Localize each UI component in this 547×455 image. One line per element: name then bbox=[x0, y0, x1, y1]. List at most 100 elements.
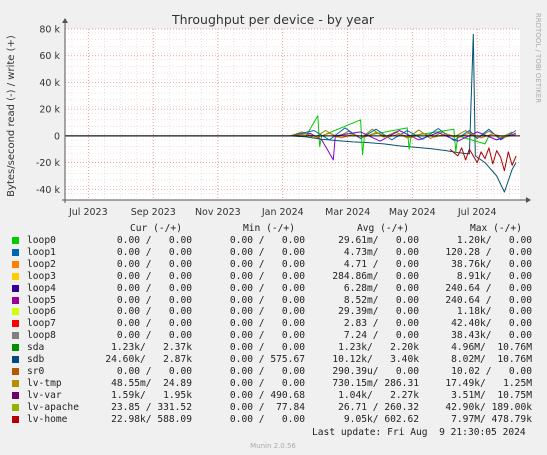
legend-cur-value: 0.00 / 0.00 bbox=[116, 235, 192, 246]
legend-min-value: 0.00 / 77.84 bbox=[229, 401, 305, 413]
legend-swatch bbox=[12, 344, 19, 352]
legend-swatch bbox=[12, 415, 19, 423]
legend-label: lv-home bbox=[27, 413, 68, 425]
legend-header-min: Min (-/+) bbox=[243, 223, 295, 234]
legend-avg-value: 284.86m/ 0.00 bbox=[332, 270, 419, 282]
chart-title: Throughput per device - by year bbox=[171, 12, 375, 27]
legend-cur-value: 0.00 / 0.00 bbox=[116, 365, 192, 377]
legend-swatch bbox=[12, 272, 19, 280]
legend-max-value: 38.43k/ 0.00 bbox=[451, 330, 532, 342]
legend-swatch bbox=[12, 332, 19, 340]
legend-row: loop8 0.00 / 0.00 0.00 / 0.00 7.24 / 0.00 38… bbox=[12, 330, 542, 342]
legend-max-value: 4.96M/ 10.76M bbox=[451, 342, 532, 354]
y-tick-label: -40 k bbox=[36, 185, 61, 196]
legend-min-value: 0.00 / 0.00 bbox=[229, 270, 305, 282]
legend-label: loop6 bbox=[27, 306, 56, 318]
legend-max-value: 17.49k/ 1.25M bbox=[445, 377, 532, 389]
legend-min-value: 0.00 / 0.00 bbox=[229, 282, 305, 294]
legend-row: lv-apache 23.85 / 331.52 0.00 / 77.84 26.71… bbox=[12, 402, 542, 414]
legend-max-value: 42.40k/ 0.00 bbox=[451, 318, 532, 330]
legend-min-value: 0.00 / 0.00 bbox=[229, 318, 305, 330]
legend-min-value: 0.00 / 0.00 bbox=[229, 246, 305, 258]
x-tick-label: May 2024 bbox=[389, 207, 436, 218]
legend-swatch bbox=[12, 248, 19, 256]
x-tick-label: Jan 2024 bbox=[261, 207, 304, 218]
legend-label: loop5 bbox=[27, 294, 56, 306]
legend-cur-value: 0.00 / 0.00 bbox=[116, 258, 192, 270]
legend-row: sdb 24.60k/ 2.87k 0.00 / 575.67 10.12k/ 3.4… bbox=[12, 354, 542, 366]
legend-max-value: 240.64 / 0.00 bbox=[445, 294, 532, 306]
legend-swatch bbox=[12, 237, 19, 244]
legend-avg-value: 4.71 / 0.00 bbox=[343, 258, 419, 270]
legend-swatch bbox=[12, 367, 19, 375]
legend-cur-value: 23.85 / 331.52 bbox=[111, 401, 192, 413]
legend-min-value: 0.00 / 0.00 bbox=[229, 235, 305, 246]
x-tick-label: Sep 2023 bbox=[131, 207, 176, 218]
y-axis-arrow bbox=[62, 18, 68, 23]
legend-max-value: 10.02 / 0.00 bbox=[451, 365, 532, 377]
legend-max-value: 1.20k/ 0.00 bbox=[456, 235, 532, 246]
y-tick-label: 20 k bbox=[39, 105, 60, 116]
legend-cur-value: 48.55m/ 24.89 bbox=[111, 377, 192, 389]
legend-min-value: 0.00 / 0.00 bbox=[229, 330, 305, 342]
legend-avg-value: 6.28m/ 0.00 bbox=[343, 282, 419, 294]
legend-min-value: 0.00 / 575.67 bbox=[229, 354, 305, 365]
legend-max-value: 7.97M/ 478.79k bbox=[451, 413, 532, 425]
legend-row: loop4 0.00 / 0.00 0.00 / 0.00 6.28m/ 0.00 24… bbox=[12, 283, 542, 295]
legend-label: loop4 bbox=[27, 282, 56, 294]
legend-swatch bbox=[12, 403, 19, 411]
legend-swatch bbox=[12, 308, 19, 316]
legend-row: loop6 0.00 / 0.00 0.00 / 0.00 29.39m/ 0.00 1… bbox=[12, 306, 542, 318]
legend-max-value: 8.02M/ 10.76M bbox=[451, 354, 532, 365]
x-tick-label: Mar 2024 bbox=[325, 207, 370, 218]
legend-avg-value: 1.23k/ 2.20k bbox=[338, 342, 419, 354]
legend-label: lv-tmp bbox=[27, 377, 62, 389]
legend-row: sda 1.23k/ 2.37k 0.00 / 0.00 1.23k/ 2.20k 4.… bbox=[12, 342, 542, 354]
legend-cur-value: 0.00 / 0.00 bbox=[116, 270, 192, 282]
y-tick-label: 80 k bbox=[39, 25, 60, 36]
legend-avg-value: 26.71 / 260.32 bbox=[338, 401, 419, 413]
rrdtool-watermark: RRDTOOL / TOBI OETIKER bbox=[534, 13, 542, 103]
legend-row: sr0 0.00 / 0.00 0.00 / 0.00 290.39u/ 0.00 10… bbox=[12, 366, 542, 378]
legend-label: sda bbox=[27, 342, 45, 354]
legend-label: sr0 bbox=[27, 365, 45, 377]
legend-label: loop1 bbox=[27, 246, 56, 258]
legend-swatch bbox=[12, 379, 19, 387]
legend-row: loop0 0.00 / 0.00 0.00 / 0.00 29.61m/ 0.00 1… bbox=[12, 235, 542, 247]
legend-min-value: 0.00 / 0.00 bbox=[229, 365, 305, 377]
legend-row: loop7 0.00 / 0.00 0.00 / 0.00 2.83 / 0.00 42… bbox=[12, 318, 542, 330]
legend-avg-value: 4.73m/ 0.00 bbox=[343, 246, 419, 258]
legend-max-value: 38.76k/ 0.00 bbox=[451, 258, 532, 270]
legend-swatch bbox=[12, 356, 19, 363]
legend-cur-value: 0.00 / 0.00 bbox=[116, 294, 192, 306]
legend-label: loop2 bbox=[27, 258, 56, 270]
legend-max-value: 3.51M/ 10.75M bbox=[451, 389, 532, 401]
legend-max-value: 240.64 / 0.00 bbox=[445, 282, 532, 294]
x-axis-arrow bbox=[526, 197, 531, 203]
legend-row: lv-var 1.59k/ 1.95k 0.00 / 490.68 1.04k/ 2.… bbox=[12, 390, 542, 402]
legend-label: loop3 bbox=[27, 270, 56, 282]
legend-avg-value: 29.39m/ 0.00 bbox=[338, 306, 419, 318]
legend-min-value: 0.00 / 0.00 bbox=[229, 377, 305, 389]
legend-label: loop8 bbox=[27, 330, 56, 342]
legend-cur-value: 0.00 / 0.00 bbox=[116, 330, 192, 342]
legend-label: lv-var bbox=[27, 389, 62, 401]
plot-area bbox=[65, 29, 520, 200]
legend-min-value: 0.00 / 490.68 bbox=[229, 389, 305, 401]
legend-header-avg: Avg (-/+) bbox=[357, 223, 409, 234]
legend-swatch bbox=[12, 260, 19, 268]
y-tick-label: -20 k bbox=[36, 158, 61, 169]
legend-min-value: 0.00 / 0.00 bbox=[229, 258, 305, 270]
legend-row: lv-tmp 48.55m/ 24.89 0.00 / 0.00 730.15m/ 2… bbox=[12, 378, 542, 390]
legend-cur-value: 0.00 / 0.00 bbox=[116, 246, 192, 258]
legend-row: lv-home 22.98k/ 588.09 0.00 / 0.00 9.05k/ 6… bbox=[12, 414, 542, 426]
legend-cur-value: 1.59k/ 1.95k bbox=[111, 389, 192, 401]
legend-cur-value: 0.00 / 0.00 bbox=[116, 318, 192, 330]
munin-footer: Munin 2.0.56 bbox=[250, 442, 296, 450]
legend-max-value: 42.90k/ 189.00k bbox=[445, 401, 532, 413]
legend-cur-value: 24.60k/ 2.87k bbox=[105, 354, 192, 365]
legend-cur-value: 1.23k/ 2.37k bbox=[111, 342, 192, 354]
legend-avg-value: 9.05k/ 602.62 bbox=[343, 413, 419, 425]
legend-max-value: 8.91k/ 0.00 bbox=[456, 270, 532, 282]
legend-cur-value: 0.00 / 0.00 bbox=[116, 282, 192, 294]
